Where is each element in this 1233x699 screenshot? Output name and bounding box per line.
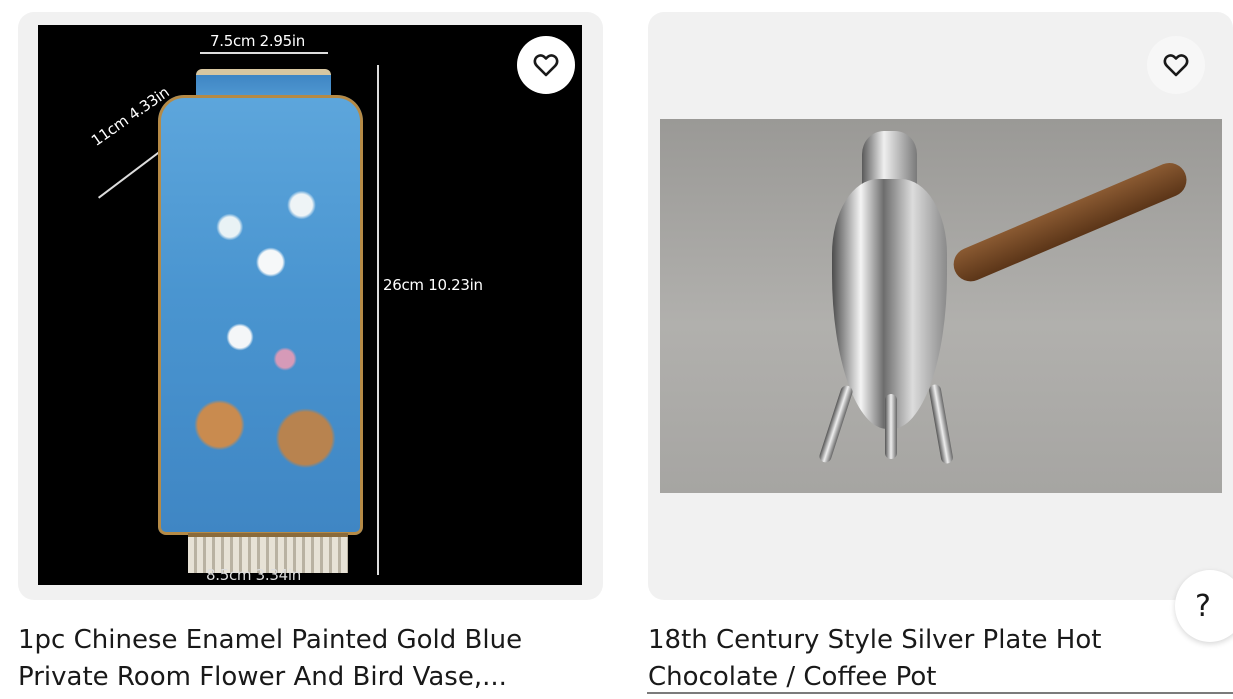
heart-outline-icon [1163,54,1189,77]
product-title-line-1[interactable]: 1pc Chinese Enamel Painted Gold Blue [18,622,603,659]
wooden-handle [948,157,1192,287]
product-card-coffee-pot[interactable]: 18th Century Style Silver Plate Hot Choc… [648,12,1233,696]
height-label: 26cm 10.23in [383,276,483,294]
coffee-pot-product-image[interactable] [660,119,1222,493]
height-dimension-line [377,65,379,575]
pot-leg [885,394,897,459]
favorite-button-vase[interactable] [517,36,575,94]
heart-outline-icon [533,54,559,77]
product-title-line-2[interactable]: Chocolate / Coffee Pot [648,659,1233,696]
listing-grid: 7.5cm 2.95in 11cm 4.33in 26cm 10.23in 8.… [0,0,1233,699]
bottom-divider [647,692,1233,694]
base-width-label: 8.5cm 3.34in [206,566,301,584]
width-dimension-line [200,52,328,54]
product-title-line-2[interactable]: Private Room Flower And Bird Vase,... [18,659,603,696]
product-image-frame[interactable]: 7.5cm 2.95in 11cm 4.33in 26cm 10.23in 8.… [18,12,603,600]
pot-leg [928,383,954,465]
product-title-line-1[interactable]: 18th Century Style Silver Plate Hot [648,622,1233,659]
pot-leg [817,384,855,464]
product-title-coffee-pot[interactable]: 18th Century Style Silver Plate Hot Choc… [648,622,1233,696]
product-image-frame[interactable] [648,12,1233,600]
product-title-vase[interactable]: 1pc Chinese Enamel Painted Gold Blue Pri… [18,622,603,696]
vase-body [158,95,363,535]
favorite-button-coffee-pot[interactable] [1147,36,1205,94]
vase-product-image[interactable]: 7.5cm 2.95in 11cm 4.33in 26cm 10.23in 8.… [38,25,582,585]
top-width-label: 7.5cm 2.95in [210,32,305,50]
product-card-vase[interactable]: 7.5cm 2.95in 11cm 4.33in 26cm 10.23in 8.… [18,12,603,696]
